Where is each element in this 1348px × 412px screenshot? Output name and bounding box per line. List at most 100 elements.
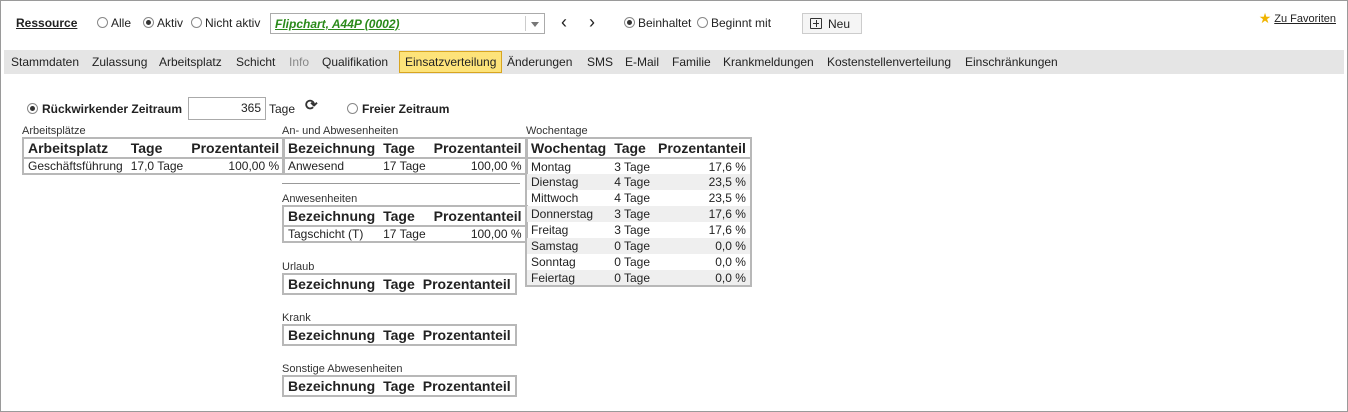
radio-icon[interactable] bbox=[191, 17, 202, 28]
column-header: Tage bbox=[126, 138, 188, 159]
table-row: Dienstag 4 Tage 23,5 % bbox=[526, 174, 751, 190]
free-period-label: Freier Zeitraum bbox=[362, 102, 450, 116]
column-header: Prozentanteil bbox=[654, 138, 751, 159]
filter-aktiv-radio[interactable]: Aktiv bbox=[143, 16, 183, 30]
sonstige-table: Bezeichnung Tage Prozentanteil bbox=[282, 375, 517, 397]
column-header: Bezeichnung bbox=[288, 276, 376, 292]
table-cell: Samstag bbox=[526, 238, 611, 254]
tab-sms[interactable]: SMS bbox=[587, 50, 613, 74]
table-row: Montag 3 Tage 17,6 % bbox=[526, 158, 751, 174]
column-header: Bezeichnung bbox=[288, 378, 376, 394]
radio-icon[interactable] bbox=[697, 17, 708, 28]
table-cell: 17 Tage bbox=[383, 159, 426, 173]
tab-stammdaten[interactable]: Stammdaten bbox=[11, 50, 79, 74]
table-cell: 4 Tage bbox=[610, 174, 655, 190]
match-beinhaltet-radio[interactable]: Beinhaltet bbox=[624, 16, 691, 30]
table-header-row: Bezeichnung Tage Prozentanteil bbox=[283, 325, 516, 345]
table-cell: 17,6 % bbox=[654, 206, 751, 222]
match-beginnt-mit-label: Beginnt mit bbox=[711, 16, 772, 30]
filter-alle-label: Alle bbox=[111, 16, 132, 30]
column-header: Prozentanteil bbox=[422, 378, 511, 394]
table-cell: Anwesend bbox=[288, 159, 345, 173]
column-header: Prozentanteil bbox=[187, 138, 285, 159]
radio-selected-icon[interactable] bbox=[624, 17, 635, 28]
resource-title-link[interactable]: Ressource bbox=[16, 16, 77, 30]
days-input[interactable]: 365 bbox=[188, 97, 266, 120]
tab-schicht[interactable]: Schicht bbox=[236, 50, 275, 74]
chevron-left-icon[interactable]: ‹ bbox=[557, 12, 571, 33]
table-row: Donnerstag 3 Tage 17,6 % bbox=[526, 206, 751, 222]
plus-box-icon bbox=[810, 18, 822, 29]
table-header-row: Arbeitsplatz Tage Prozentanteil bbox=[23, 138, 285, 159]
column-header: Tage bbox=[383, 327, 415, 343]
anwesenheiten-table: Bezeichnung Tage Prozentanteil Tagschich… bbox=[282, 205, 528, 243]
column-header: Tage bbox=[610, 138, 655, 159]
tab-email[interactable]: E-Mail bbox=[625, 50, 659, 74]
column-header: Tage bbox=[379, 138, 430, 159]
table-cell: Tagschicht (T) bbox=[288, 227, 364, 241]
column-header: Bezeichnung bbox=[283, 206, 380, 227]
column-header: Wochentag bbox=[526, 138, 611, 159]
tab-familie[interactable]: Familie bbox=[672, 50, 711, 74]
tab-kostenstellenverteilung[interactable]: Kostenstellenverteilung bbox=[827, 50, 951, 74]
free-period-radio[interactable]: Freier Zeitraum bbox=[347, 102, 449, 124]
days-unit-label: Tage bbox=[269, 102, 296, 116]
table-row: Tagschicht (T) 17 Tage 100,00 % bbox=[283, 226, 527, 242]
tab-qualifikation[interactable]: Qualifikation bbox=[322, 50, 388, 74]
an-abwesenheiten-label: An- und Abwesenheiten bbox=[282, 125, 399, 137]
table-cell: Montag bbox=[531, 159, 572, 174]
tab-info: Info bbox=[289, 55, 310, 69]
tab-zulassung[interactable]: Zulassung bbox=[92, 50, 147, 74]
column-header: Prozentanteil bbox=[429, 206, 527, 227]
column-header: Tage bbox=[383, 276, 415, 292]
chevron-down-icon[interactable] bbox=[531, 22, 539, 27]
resource-select[interactable]: Flipchart, A44P (0002) bbox=[270, 13, 545, 34]
table-cell: 3 Tage bbox=[614, 159, 651, 174]
star-icon: ★ bbox=[1258, 10, 1272, 26]
retro-period-radio[interactable]: Rückwirkender Zeitraum bbox=[27, 102, 182, 124]
table-cell: Donnerstag bbox=[526, 206, 611, 222]
table-cell: 0,0 % bbox=[715, 255, 746, 269]
table-cell: 17 Tage bbox=[383, 227, 426, 241]
resource-select-value[interactable]: Flipchart, A44P (0002) bbox=[275, 17, 400, 31]
tab-einsatzverteilung[interactable]: Einsatzverteilung bbox=[399, 51, 503, 73]
divider bbox=[282, 183, 520, 184]
radio-selected-icon[interactable] bbox=[143, 17, 154, 28]
table-cell: 0,0 % bbox=[654, 270, 751, 286]
column-header: Tage bbox=[379, 206, 430, 227]
table-cell: Geschäftsführung bbox=[28, 159, 123, 173]
wochentage-table: Wochentag Tage Prozentanteil Montag 3 Ta… bbox=[525, 137, 752, 287]
tab-einschraenkungen[interactable]: Einschränkungen bbox=[965, 50, 1058, 74]
anwesenheiten-label: Anwesenheiten bbox=[282, 193, 358, 205]
table-cell: Feiertag bbox=[526, 270, 611, 286]
table-row: Feiertag 0 Tage 0,0 % bbox=[526, 270, 751, 286]
radio-icon[interactable] bbox=[97, 17, 108, 28]
table-row: Mittwoch 4 Tage 23,5 % bbox=[526, 190, 751, 206]
filter-alle-radio[interactable]: Alle bbox=[97, 16, 131, 30]
favorites-label: Zu Favoriten bbox=[1274, 13, 1336, 25]
chevron-right-icon[interactable]: › bbox=[585, 12, 599, 33]
krank-label: Krank bbox=[282, 312, 311, 324]
column-header: Bezeichnung bbox=[288, 327, 376, 343]
favorites-link[interactable]: ★ Zu Favoriten bbox=[1259, 10, 1336, 27]
new-button[interactable]: Neu bbox=[802, 13, 862, 34]
table-cell: 3 Tage bbox=[610, 206, 655, 222]
urlaub-label: Urlaub bbox=[282, 261, 315, 273]
table-header-row: Bezeichnung Tage Prozentanteil bbox=[283, 274, 516, 294]
radio-icon[interactable] bbox=[347, 103, 358, 114]
tab-krankmeldungen[interactable]: Krankmeldungen bbox=[723, 50, 814, 74]
table-cell: 100,00 % bbox=[470, 227, 522, 241]
tab-aenderungen[interactable]: Änderungen bbox=[507, 50, 572, 74]
table-row: Geschäftsführung 17,0 Tage 100,00 % bbox=[23, 158, 284, 174]
table-cell: Freitag bbox=[531, 223, 569, 237]
match-beginnt-mit-radio[interactable]: Beginnt mit bbox=[697, 16, 771, 30]
table-cell: 0,0 % bbox=[654, 238, 751, 254]
refresh-icon[interactable]: ⟳ bbox=[305, 96, 318, 114]
table-cell: Dienstag bbox=[526, 174, 611, 190]
tab-arbeitsplatz[interactable]: Arbeitsplatz bbox=[159, 50, 222, 74]
filter-nicht-aktiv-radio[interactable]: Nicht aktiv bbox=[191, 16, 260, 30]
table-header-row: Wochentag Tage Prozentanteil bbox=[526, 138, 751, 159]
column-header: Prozentanteil bbox=[429, 138, 527, 159]
table-cell: 0 Tage bbox=[610, 238, 655, 254]
radio-selected-icon[interactable] bbox=[27, 103, 38, 114]
